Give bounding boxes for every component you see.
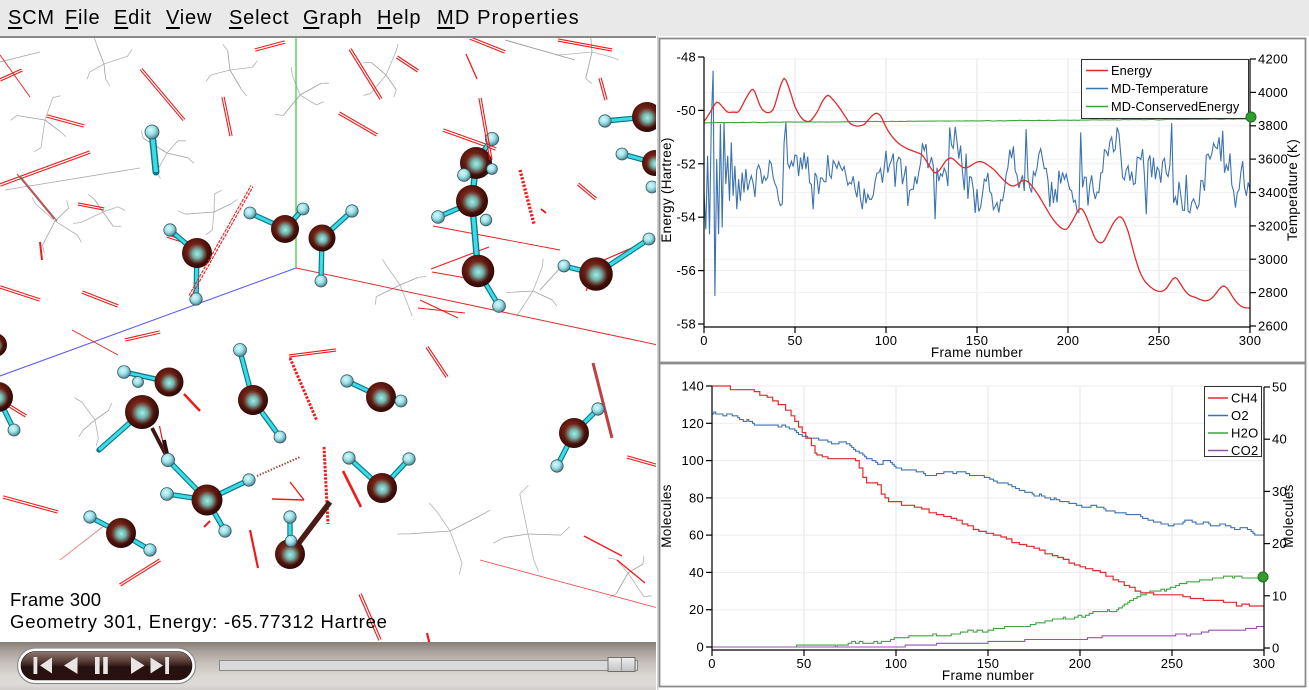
svg-text:MD-ConservedEnergy: MD-ConservedEnergy: [1111, 99, 1240, 114]
svg-text:200: 200: [1069, 656, 1091, 671]
svg-text:60: 60: [689, 528, 704, 543]
svg-text:40: 40: [689, 565, 704, 580]
svg-text:2800: 2800: [1258, 285, 1288, 300]
svg-text:-50: -50: [676, 103, 696, 118]
svg-text:300: 300: [1253, 656, 1275, 671]
svg-text:3800: 3800: [1258, 118, 1288, 133]
svg-text:200: 200: [1057, 333, 1079, 348]
svg-text:-48: -48: [676, 50, 696, 65]
svg-text:-54: -54: [676, 210, 696, 225]
svg-text:0: 0: [708, 656, 715, 671]
svg-text:120: 120: [682, 416, 704, 431]
svg-text:Energy: Energy: [1111, 63, 1153, 78]
svg-text:H2O: H2O: [1231, 426, 1258, 441]
svg-text:3200: 3200: [1258, 218, 1288, 233]
svg-text:-56: -56: [676, 263, 696, 278]
svg-text:50: 50: [797, 656, 812, 671]
svg-text:250: 250: [1161, 656, 1183, 671]
svg-text:100: 100: [682, 453, 704, 468]
svg-text:0: 0: [700, 333, 707, 348]
svg-text:10: 10: [1272, 588, 1287, 603]
svg-text:-58: -58: [676, 317, 696, 332]
svg-text:Molecules: Molecules: [1281, 484, 1296, 547]
svg-text:MD-Temperature: MD-Temperature: [1111, 81, 1208, 96]
svg-text:40: 40: [1272, 432, 1287, 447]
svg-text:2600: 2600: [1258, 319, 1288, 334]
svg-text:3400: 3400: [1258, 185, 1288, 200]
svg-text:0: 0: [1272, 641, 1279, 656]
svg-text:0: 0: [697, 640, 704, 655]
svg-text:140: 140: [682, 379, 704, 394]
svg-text:250: 250: [1148, 333, 1170, 348]
svg-text:50: 50: [788, 333, 803, 348]
svg-text:-52: -52: [676, 156, 696, 171]
svg-text:20: 20: [689, 602, 704, 617]
svg-text:O2: O2: [1231, 408, 1249, 423]
svg-text:100: 100: [875, 333, 897, 348]
svg-text:4200: 4200: [1258, 52, 1288, 67]
svg-text:50: 50: [1272, 380, 1287, 395]
svg-text:80: 80: [689, 490, 704, 505]
svg-text:Molecules: Molecules: [659, 484, 674, 547]
svg-text:CH4: CH4: [1231, 391, 1258, 406]
svg-text:3000: 3000: [1258, 252, 1288, 267]
svg-text:300: 300: [1239, 333, 1261, 348]
svg-text:Temperature (K): Temperature (K): [1285, 139, 1300, 241]
svg-text:100: 100: [885, 656, 907, 671]
svg-text:Frame number: Frame number: [931, 345, 1023, 360]
svg-text:Energy (Hartree): Energy (Hartree): [659, 137, 674, 242]
svg-text:3600: 3600: [1258, 152, 1288, 167]
svg-text:4000: 4000: [1258, 85, 1288, 100]
svg-text:Frame number: Frame number: [942, 668, 1034, 683]
svg-text:CO2: CO2: [1231, 443, 1258, 458]
